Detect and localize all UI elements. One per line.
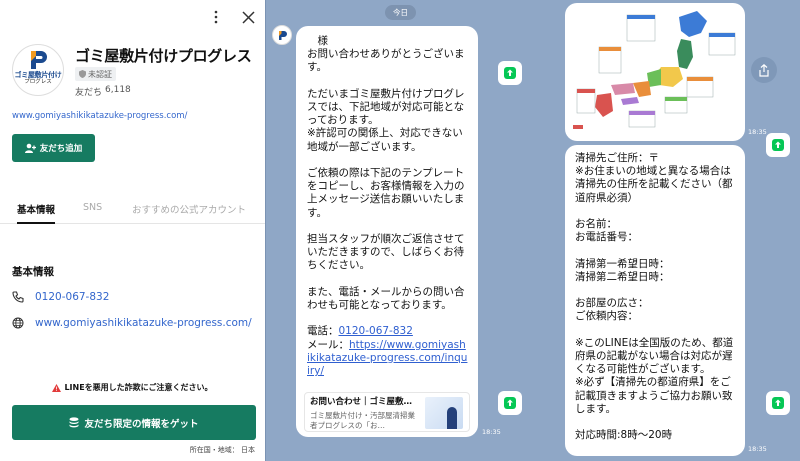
message-timestamp: 18:35 [748,445,767,453]
add-friend-label: 友だち追加 [39,144,83,154]
avatar[interactable]: ゴミ屋敷片付け プログレス [12,44,64,96]
profile-url-link[interactable]: www.gomiyashikikatazuke-progress.com/ [12,111,187,121]
japan-map-graphic [569,7,741,137]
share-icon [504,397,516,409]
date-separator: 今日 [385,5,416,20]
upload-share-button[interactable] [751,57,777,83]
message-mail-line: メール：https://www.gomiyashikikatazuke-prog… [307,339,468,379]
profile-topbar [207,8,257,26]
globe-icon [12,317,24,329]
verification-label: 未認証 [88,69,112,79]
add-friend-button[interactable]: 友だち追加 [12,134,95,162]
message-phone-link[interactable]: 0120-067-832 [339,325,413,337]
chat-message-bubble[interactable]: 清掃先ご住所：〒 ※お住まいの地域と異なる場合は清掃先の住所を記載ください（都道… [565,145,745,456]
message-paragraph: お部屋の広さ： ご依頼内容： [575,297,649,323]
share-icon [772,139,784,151]
tab-recommended-accounts[interactable]: おすすめの公式アカウント [132,196,246,222]
tab-sns[interactable]: SNS [83,196,102,219]
website-link[interactable]: www.gomiyashikikatazuke-progress.com/ [35,317,252,329]
tab-basic-info[interactable]: 基本情報 [17,196,56,224]
message-paragraph: 清掃先ご住所：〒 ※お住まいの地域と異なる場合は清掃先の住所を記載ください（都道… [575,152,733,204]
friends-number: 6,118 [105,85,131,95]
progress-logo-icon [278,30,287,40]
link-card-description: ゴミ屋敷片付け・汚部屋清掃業者プログレスの「お… [310,411,415,431]
friends-count: 友だち 6,118 [75,85,131,98]
profile-panel: ゴミ屋敷片付け プログレス ゴミ屋敷片付けプログレス 未認証 友だち 6,118… [0,0,265,461]
message-paragraph: ただいまゴミ屋敷片付けプログレスでは、下記地域が対応可能となっております。 ※許… [307,87,465,153]
shield-icon [79,70,86,78]
limited-info-button[interactable]: 友だち限定の情報をゲット [12,405,256,440]
logo-text: ゴミ屋敷片付け [14,71,62,79]
message-paragraph: また、電話・メールからの問い合わせも可能となっております。 [307,285,465,311]
message-timestamp: 18:35 [482,428,501,436]
warning-icon [52,383,62,392]
location-label: 所在国・地域： 日本 [189,446,255,454]
progress-logo-icon [31,51,47,69]
chat-message-bubble[interactable]: 様 お問い合わせありがとうございます。 ただいまゴミ屋敷片付けプログレスでは、下… [296,26,478,437]
phone-row[interactable]: 0120-067-832 [12,291,109,303]
phone-label: 電話： [307,325,339,338]
share-button[interactable] [766,133,790,157]
official-account-avatar[interactable] [272,25,292,45]
share-button[interactable] [498,61,522,85]
add-user-icon [24,143,36,153]
link-card-title: お問い合わせ｜ゴミ屋敷… [310,397,413,407]
message-paragraph: 担当スタッフが順次ご返信させていただきますので、しばらくお待ちください。 [307,233,465,272]
account-name: ゴミ屋敷片付けプログレス [75,47,252,65]
link-card-thumbnail [425,397,463,429]
section-title: 基本情報 [12,266,54,278]
share-icon [504,67,516,79]
mail-label: メール： [307,338,349,351]
logo-subtext: プログレス [24,79,52,85]
more-options-icon[interactable] [207,8,225,26]
upload-icon [759,63,769,77]
message-paragraph: ご依頼の際は下記のテンプレートをコピーし、お客様情報を入力の上メッセージ送信お願… [307,167,465,219]
verification-badge: 未認証 [75,67,116,81]
friends-label: 友だち [75,88,103,98]
share-button[interactable] [766,391,790,415]
message-paragraph: 対応時間:8時～20時 [575,429,673,442]
link-preview-card[interactable]: お問い合わせ｜ゴミ屋敷… ゴミ屋敷片付け・汚部屋清掃業者プログレスの「お… [304,392,470,432]
message-phone-line: 電話：0120-067-832 [307,325,468,338]
fraud-warning[interactable]: LINEを悪用した詐欺にご注意ください。 [0,382,265,393]
fraud-warning-text: LINEを悪用した詐欺にご注意ください。 [64,383,213,392]
message-timestamp: 18:35 [748,128,767,136]
message-greeting: 様 [307,35,328,47]
website-row[interactable]: www.gomiyashikikatazuke-progress.com/ [12,317,252,329]
phone-icon [12,291,24,303]
share-button[interactable] [498,391,522,415]
message-paragraph: お名前： お電話番号： [575,218,638,244]
message-paragraph: お問い合わせありがとうございます。 [307,48,465,74]
coins-icon [69,417,79,428]
phone-number-link[interactable]: 0120-067-832 [35,291,109,303]
profile-tabs: 基本情報 SNS おすすめの公式アカウント [0,196,265,224]
japan-map-image[interactable] [565,3,745,141]
message-paragraph: 清掃第一希望日時： 清掃第二希望日時： [575,257,670,283]
share-icon [772,397,784,409]
close-icon[interactable] [239,8,257,26]
message-paragraph: ※このLINEは全国版のため、都道府県の記載がない場合は対応が遅くなる可能性がご… [575,336,734,415]
limited-info-label: 友だち限定の情報をゲット [84,418,199,430]
